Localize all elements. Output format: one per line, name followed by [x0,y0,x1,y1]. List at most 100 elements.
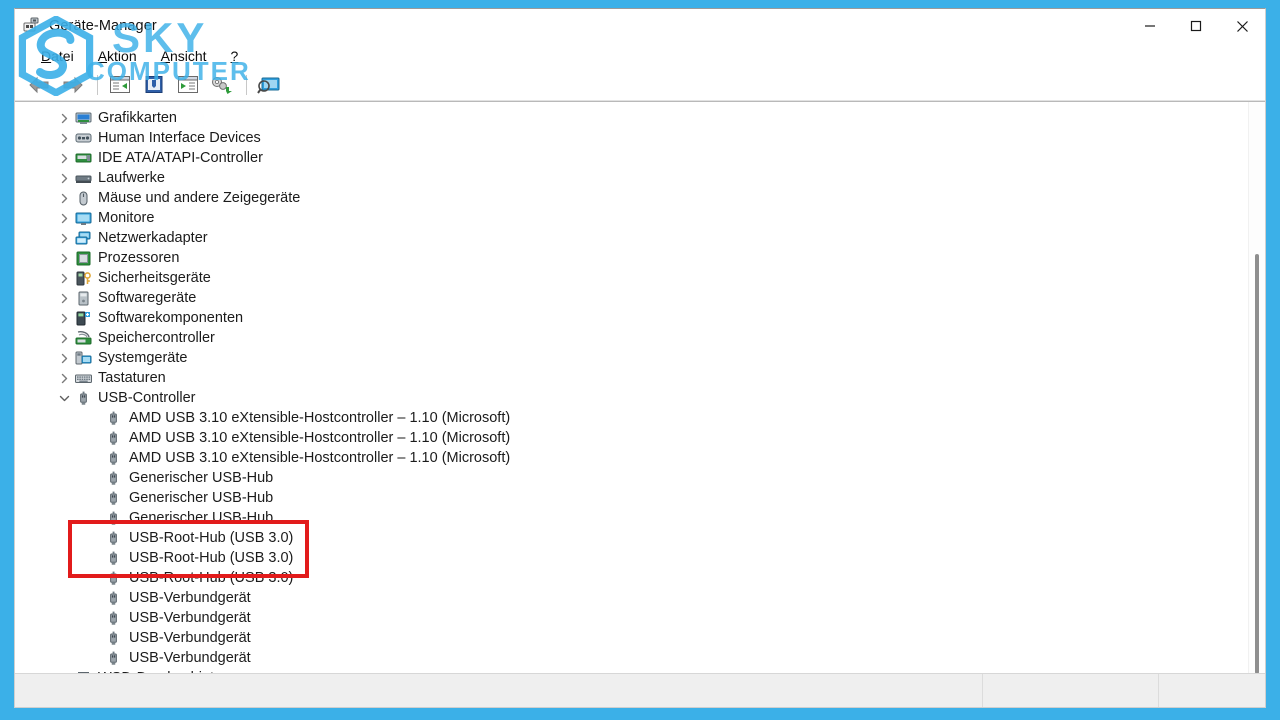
close-button[interactable] [1219,9,1265,43]
usb-icon [109,651,117,665]
tree-item-label: AMD USB 3.10 eXtensible-Hostcontroller –… [129,450,511,466]
tree-expander[interactable] [55,108,73,128]
status-segment-2 [983,673,1159,707]
tree-item-label: Softwarekomponenten [98,310,244,326]
tree-expander[interactable] [55,268,73,288]
chevron-right-icon[interactable] [59,173,70,184]
update-driver-button[interactable] [206,71,238,99]
chevron-right-icon[interactable] [59,353,70,364]
menu-item-help[interactable]: ? [219,43,251,69]
menu-item-aktion[interactable]: Aktion [86,43,149,69]
chevron-right-icon[interactable] [59,213,70,224]
tree-expander[interactable] [55,128,73,148]
vertical-scrollbar[interactable] [1248,102,1265,687]
device-tree[interactable]: Grafikkarten Human Interface Devices IDE A… [15,108,1265,687]
usb-icon [109,511,117,525]
tree-row[interactable]: Tastaturen [15,368,1265,388]
tree-row[interactable]: Softwaregeräte [15,288,1265,308]
chevron-right-icon[interactable] [59,373,70,384]
tree-item-label: Systemgeräte [98,350,188,366]
tree-expander[interactable] [55,348,73,368]
tree-row[interactable]: USB-Verbundgerät [15,648,1265,668]
tree-row[interactable]: Sicherheitsgeräte [15,268,1265,288]
tree-row[interactable]: USB-Verbundgerät [15,588,1265,608]
usb-icon [109,471,117,485]
chevron-right-icon[interactable] [59,233,70,244]
tree-item-label: Generischer USB-Hub [129,470,274,486]
chevron-right-icon[interactable] [59,313,70,324]
tree-expander[interactable] [55,148,73,168]
tree-item-label: IDE ATA/ATAPI-Controller [98,150,263,166]
storage-controller-icon [75,330,91,344]
forward-button[interactable] [57,71,89,99]
device-manager-window: Geräte-Manager Datei Aktion Ansicht ? Gr… [14,8,1266,708]
show-hidden-devices-button[interactable] [172,71,204,99]
tree-item-label: AMD USB 3.10 eXtensible-Hostcontroller –… [129,410,511,426]
tree-row[interactable]: Human Interface Devices [15,128,1265,148]
chevron-down-icon[interactable] [59,393,70,404]
tree-row[interactable]: Laufwerke [15,168,1265,188]
tree-expander[interactable] [55,388,73,408]
tree-expander[interactable] [55,228,73,248]
chevron-right-icon[interactable] [59,153,70,164]
maximize-button[interactable] [1173,9,1219,43]
properties-button[interactable] [138,71,170,99]
tree-expander[interactable] [55,368,73,388]
tree-row[interactable]: USB-Verbundgerät [15,608,1265,628]
back-button[interactable] [23,71,55,99]
chevron-right-icon[interactable] [59,273,70,284]
collapse-all-button[interactable] [104,71,136,99]
tree-row[interactable]: Generischer USB-Hub [15,468,1265,488]
tree-expander[interactable] [55,168,73,188]
tree-row[interactable]: Netzwerkadapter [15,228,1265,248]
usb-icon [79,391,87,405]
system-device-icon [73,348,93,368]
usb-icon [103,488,123,508]
tree-row[interactable]: Generischer USB-Hub [15,508,1265,528]
scrollbar-thumb[interactable] [1255,254,1259,674]
ide-controller-icon [75,153,91,162]
tree-row[interactable]: Mäuse und andere Zeigegeräte [15,188,1265,208]
tree-item-label: Speichercontroller [98,330,215,346]
tree-row[interactable]: USB-Controller [15,388,1265,408]
chevron-right-icon[interactable] [59,333,70,344]
tree-expander[interactable] [55,308,73,328]
tree-expander[interactable] [55,188,73,208]
chevron-right-icon[interactable] [59,193,70,204]
tree-row[interactable]: USB-Root-Hub (USB 3.0) [15,548,1265,568]
usb-icon [109,571,117,585]
tree-row[interactable]: AMD USB 3.10 eXtensible-Hostcontroller –… [15,428,1265,448]
usb-icon [103,628,123,648]
scan-hardware-changes-button[interactable] [253,71,285,99]
forward-arrow-icon [63,76,83,93]
tree-row[interactable]: AMD USB 3.10 eXtensible-Hostcontroller –… [15,408,1265,428]
minimize-button[interactable] [1127,9,1173,43]
disk-drive-icon [73,168,93,188]
menu-bar: Datei Aktion Ansicht ? [15,43,1265,69]
tree-expander[interactable] [55,248,73,268]
tree-row[interactable]: Monitore [15,208,1265,228]
tree-expander[interactable] [55,288,73,308]
tree-row[interactable]: Speichercontroller [15,328,1265,348]
chevron-right-icon[interactable] [59,293,70,304]
tree-row[interactable]: USB-Root-Hub (USB 3.0) [15,528,1265,548]
chevron-right-icon[interactable] [59,133,70,144]
tree-row[interactable]: Grafikkarten [15,108,1265,128]
tree-row[interactable]: IDE ATA/ATAPI-Controller [15,148,1265,168]
tree-row[interactable]: Softwarekomponenten [15,308,1265,328]
tree-row[interactable]: Generischer USB-Hub [15,488,1265,508]
chevron-right-icon[interactable] [59,113,70,124]
tree-item-label: USB-Verbundgerät [129,610,251,626]
tree-row[interactable]: Prozessoren [15,248,1265,268]
tree-item-label: Generischer USB-Hub [129,510,274,526]
tree-expander[interactable] [55,208,73,228]
tree-row[interactable]: USB-Verbundgerät [15,628,1265,648]
chevron-right-icon[interactable] [59,253,70,264]
tree-item-label: Prozessoren [98,250,180,266]
tree-expander[interactable] [55,328,73,348]
tree-row[interactable]: USB-Root-Hub (USB 3.0) [15,568,1265,588]
tree-row[interactable]: Systemgeräte [15,348,1265,368]
tree-row[interactable]: AMD USB 3.10 eXtensible-Hostcontroller –… [15,448,1265,468]
menu-item-ansicht[interactable]: Ansicht [149,43,219,69]
menu-item-datei[interactable]: Datei [29,43,86,69]
